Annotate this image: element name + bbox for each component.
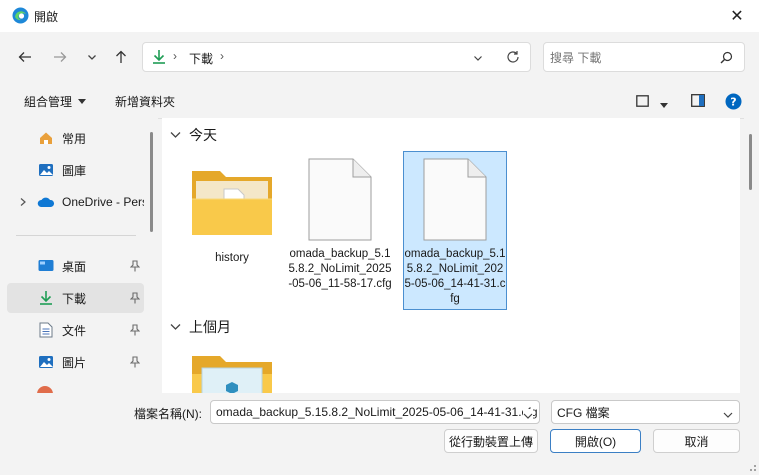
group-label: 上個月: [189, 319, 231, 335]
cancel-button[interactable]: 取消: [653, 429, 740, 453]
sidebar-item-gallery[interactable]: 圖庫: [7, 155, 144, 185]
scroll-thumb[interactable]: [749, 134, 752, 190]
file-icon: [308, 158, 372, 241]
group-header-today[interactable]: 今天: [170, 125, 217, 145]
new-folder-button[interactable]: 新增資料夾: [115, 93, 175, 110]
open-button[interactable]: 開啟(O): [550, 429, 641, 453]
file-name: omada_backup_5.15.8.2_NoLimit_2025-05-06…: [404, 248, 506, 305]
up-arrow-icon[interactable]: [107, 43, 135, 71]
file-name: history: [215, 252, 249, 264]
group-label: 今天: [189, 127, 217, 143]
upload-from-mobile-button[interactable]: 從行動裝置上傳: [444, 429, 538, 453]
window-title: 開啟: [34, 10, 59, 24]
search-box[interactable]: [543, 42, 745, 72]
sidebar-item-desktop[interactable]: 桌面: [7, 251, 144, 281]
filename-label: 檔案名稱(N):: [134, 407, 202, 421]
content-scrollbar[interactable]: [744, 118, 759, 393]
sidebar-item-downloads[interactable]: 下載: [7, 283, 144, 313]
breadcrumb-separator-icon[interactable]: ›: [220, 49, 224, 63]
address-history-chevron-icon[interactable]: [473, 52, 483, 66]
sidebar-item-label: 桌面: [62, 259, 87, 274]
pin-icon: [129, 292, 141, 304]
recent-locations-chevron-icon[interactable]: [78, 43, 106, 71]
filetype-value: CFG 檔案: [557, 405, 610, 420]
expand-chevron-icon[interactable]: [19, 196, 27, 210]
sidebar-item-documents[interactable]: 文件: [7, 315, 144, 345]
filename-dropdown-chevron-icon[interactable]: [523, 409, 533, 423]
sidebar-item-label: 常用: [62, 131, 87, 146]
back-arrow-icon[interactable]: [11, 43, 39, 71]
breadcrumb-folder[interactable]: 下載: [189, 50, 213, 67]
onedrive-icon: [37, 193, 55, 211]
sidebar-scrollbar[interactable]: [150, 132, 153, 232]
file-item-selected[interactable]: omada_backup_5.15.8.2_NoLimit_2025-05-06…: [403, 151, 507, 310]
organize-label: 組合管理: [24, 95, 73, 109]
sidebar-item-label: 下載: [62, 291, 87, 306]
download-icon: [151, 49, 167, 68]
navigation-pane: 常用 圖庫 OneDrive - Pers 桌面 下載 文件 圖片: [0, 118, 158, 393]
filetype-chevron-icon: [723, 408, 733, 422]
desktop-icon: [37, 257, 55, 275]
sidebar-item-onedrive[interactable]: OneDrive - Pers: [7, 187, 144, 217]
folder-icon: [192, 356, 272, 393]
view-options-icon[interactable]: [636, 95, 649, 110]
file-list: 今天 history omada_backup_5.15.8.2_NoLimit…: [162, 118, 740, 393]
folder-item-partial[interactable]: [188, 352, 276, 393]
document-icon: [37, 321, 55, 339]
folder-icon: [192, 171, 272, 235]
pictures-icon: [37, 353, 55, 371]
collapse-chevron-icon: [170, 132, 181, 138]
caret-down-icon: [78, 98, 87, 104]
search-icon[interactable]: [720, 51, 733, 67]
view-options-caret-icon[interactable]: [660, 98, 668, 112]
folder-item[interactable]: history: [180, 151, 284, 306]
group-header-last-month[interactable]: 上個月: [170, 317, 231, 337]
breadcrumb-separator-icon: ›: [173, 49, 177, 63]
gallery-icon: [37, 161, 55, 179]
close-icon[interactable]: ✕: [715, 0, 759, 32]
edge-logo-icon: [12, 7, 29, 24]
command-bar: 組合管理 新增資料夾 ?: [0, 84, 759, 119]
sidebar-item-label: 文件: [62, 323, 87, 338]
title-bar: 開啟 ✕: [0, 0, 759, 32]
sidebar-item-label: 圖片: [62, 355, 87, 370]
filename-input[interactable]: omada_backup_5.15.8.2_NoLimit_2025-05-06…: [210, 400, 540, 424]
sidebar-item-label: 圖庫: [62, 163, 87, 178]
svg-text:?: ?: [730, 96, 736, 109]
pin-icon: [129, 260, 141, 272]
home-icon: [37, 129, 55, 147]
pin-icon: [129, 356, 141, 368]
help-icon[interactable]: ?: [725, 93, 742, 113]
forward-arrow-icon[interactable]: [46, 43, 74, 71]
sidebar-divider: [16, 235, 136, 236]
sidebar-item-label: OneDrive - Pers: [62, 195, 144, 209]
file-icon: [423, 158, 487, 241]
address-bar[interactable]: › 下載 ›: [142, 42, 531, 72]
file-item[interactable]: omada_backup_5.15.8.2_NoLimit_2025-05-06…: [288, 151, 392, 311]
sidebar-item-pictures[interactable]: 圖片: [7, 347, 144, 377]
organize-button[interactable]: 組合管理: [24, 93, 87, 110]
file-name: omada_backup_5.15.8.2_NoLimit_2025-05-06…: [288, 248, 392, 290]
dialog-footer: 檔案名稱(N): omada_backup_5.15.8.2_NoLimit_2…: [0, 393, 759, 472]
collapse-chevron-icon: [170, 324, 181, 330]
pin-icon: [129, 324, 141, 336]
filename-value: omada_backup_5.15.8.2_NoLimit_2025-05-06…: [216, 405, 538, 419]
filetype-select[interactable]: CFG 檔案: [551, 400, 740, 424]
search-input[interactable]: [548, 47, 712, 69]
sidebar-partial-item-icon: [37, 386, 55, 393]
download-icon: [37, 289, 55, 307]
resize-grip-icon[interactable]: [747, 461, 757, 475]
sidebar-item-home[interactable]: 常用: [7, 123, 144, 153]
refresh-icon[interactable]: [506, 50, 520, 67]
navigation-bar: › 下載 ›: [0, 32, 759, 85]
preview-pane-icon[interactable]: [691, 94, 705, 110]
